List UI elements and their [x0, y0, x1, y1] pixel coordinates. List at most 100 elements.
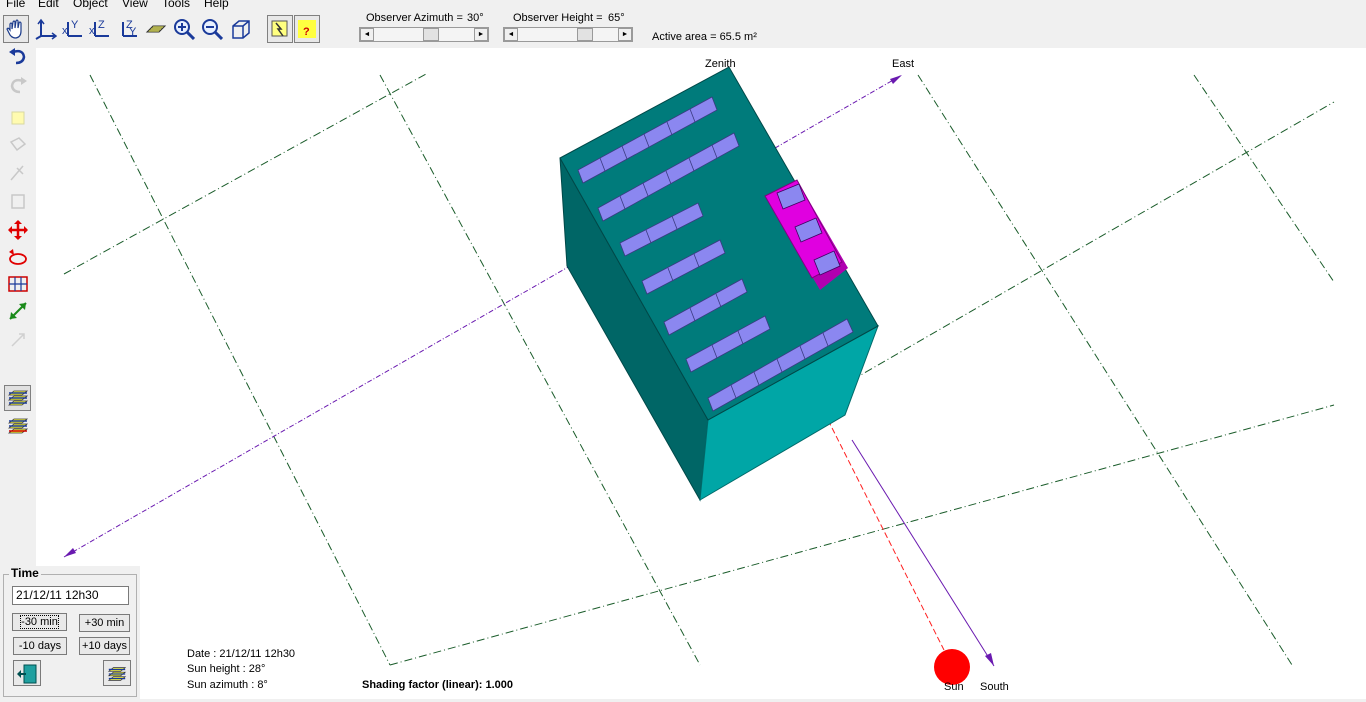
view-xz-icon: Zx [89, 19, 109, 37]
undo-button[interactable] [4, 44, 31, 70]
observer-height-slider[interactable]: ◄ ► [503, 27, 633, 42]
menu-help[interactable]: Help [204, 0, 229, 10]
slider-thumb[interactable] [423, 28, 439, 41]
sun-ray [827, 419, 945, 651]
shading-factor-label: Shading factor (linear): [362, 679, 483, 691]
new-object-button[interactable] [4, 104, 31, 130]
point-button[interactable] [4, 327, 31, 353]
scroll-left-icon[interactable]: ◄ [504, 28, 518, 41]
menu-view[interactable]: View [122, 0, 148, 10]
svg-text:x: x [89, 25, 95, 37]
help-button[interactable]: ? [294, 15, 320, 43]
minus-10-days-button[interactable]: -10 days [13, 637, 67, 655]
hand-pan-icon [6, 19, 22, 39]
shading-factor: Shading factor (linear): 1.000 [362, 679, 513, 691]
svg-text:Y: Y [71, 19, 79, 31]
layers-icon [7, 390, 28, 406]
sun-label: Sun [944, 681, 964, 693]
axes-3d-icon [35, 18, 57, 40]
copy-button[interactable] [4, 188, 31, 214]
layers-multi-icon [7, 418, 28, 434]
menu-object[interactable]: Object [73, 0, 108, 10]
zoom-out-button[interactable] [199, 15, 225, 43]
scroll-right-icon[interactable]: ► [618, 28, 632, 41]
menu-tools[interactable]: Tools [162, 0, 190, 10]
layers-icon [107, 667, 127, 681]
grid-button[interactable] [4, 271, 31, 297]
observer-azimuth-slider[interactable]: ◄ ► [359, 27, 489, 42]
time-input[interactable]: 21/12/11 12h30 [12, 586, 129, 605]
observer-azimuth-value: 30° [467, 12, 484, 24]
scroll-right-icon[interactable]: ► [474, 28, 488, 41]
rotate-icon [8, 249, 27, 265]
redo-button[interactable] [4, 73, 31, 99]
redo-icon [10, 77, 27, 94]
top-view-icon [145, 25, 167, 33]
menu-bar: File Edit Object View Tools Help [0, 0, 1366, 10]
plus-30-min-button[interactable]: +30 min [79, 614, 130, 632]
exit-door-icon [17, 664, 37, 684]
view-xy-button[interactable]: Yx [60, 15, 86, 43]
top-view-button[interactable] [143, 15, 169, 43]
observer-height-label: Observer Height = [513, 12, 603, 24]
minus-30-min-button[interactable]: -30 min [12, 613, 67, 631]
copy-icon [10, 194, 25, 209]
slider-thumb[interactable] [577, 28, 593, 41]
view-xz-button[interactable]: Zx [87, 15, 113, 43]
south-axis [851, 439, 995, 667]
help-icon: ? [298, 20, 316, 38]
edit-object-button[interactable] [4, 132, 31, 158]
south-arrow-icon [985, 653, 994, 666]
scene-canvas[interactable]: Zenith East South Sun [36, 48, 1366, 699]
rotate-button[interactable] [4, 244, 31, 270]
resize-icon [8, 302, 27, 320]
layers-button[interactable] [4, 385, 31, 411]
zenith-label: Zenith [705, 58, 736, 70]
shading-factor-value: 1.000 [485, 679, 513, 691]
plus-10-days-button[interactable]: +10 days [79, 637, 130, 655]
minus-30-min-label: -30 min [20, 615, 59, 629]
layers-multi-button[interactable] [4, 413, 31, 439]
undo-icon [8, 48, 25, 65]
move-icon [7, 220, 28, 240]
hand-pan-button[interactable] [3, 15, 29, 43]
view-xy-icon: Yx [62, 19, 82, 37]
view-zy-button[interactable]: ZY [115, 15, 141, 43]
east-label: East [892, 58, 914, 70]
scene-svg: Zenith East South Sun [63, 58, 1335, 693]
zoom-out-icon [202, 19, 223, 40]
west-arrow-icon [64, 548, 76, 557]
east-arrow-icon [890, 75, 902, 84]
new-object-icon [11, 111, 24, 125]
menu-file[interactable]: File [6, 0, 25, 10]
sun-azimuth-readout: Sun azimuth : 8° [187, 679, 268, 691]
box-view-button[interactable] [228, 15, 254, 43]
scroll-left-icon[interactable]: ◄ [360, 28, 374, 41]
layers-view-button[interactable] [103, 660, 131, 686]
view-zy-icon: ZY [122, 19, 137, 38]
draw-icon [9, 165, 24, 181]
move-button[interactable] [4, 217, 31, 243]
observer-azimuth-label: Observer Azimuth = [366, 12, 463, 24]
draw-button[interactable] [4, 160, 31, 186]
svg-text:Y: Y [129, 26, 137, 38]
time-panel: Time 21/12/11 12h30 -30 min +30 min -10 … [0, 566, 140, 699]
resize-button[interactable] [4, 298, 31, 324]
date-readout: Date : 21/12/11 12h30 [187, 648, 296, 660]
menu-edit[interactable]: Edit [38, 0, 59, 10]
svg-text:?: ? [303, 26, 310, 38]
flash-card-icon [271, 20, 288, 37]
svg-text:Z: Z [98, 19, 105, 31]
sun-marker [934, 649, 970, 685]
zoom-in-button[interactable] [171, 15, 197, 43]
point-icon [10, 333, 25, 347]
exit-button[interactable] [13, 660, 41, 686]
axes-3d-button[interactable] [33, 15, 59, 43]
time-legend: Time [9, 566, 41, 580]
svg-text:x: x [62, 25, 68, 37]
flash-card-button[interactable] [267, 15, 293, 43]
building [559, 66, 879, 502]
grid-icon [7, 276, 28, 292]
zoom-in-icon [174, 19, 195, 40]
active-area-readout: Active area = 65.5 m² [652, 31, 757, 43]
